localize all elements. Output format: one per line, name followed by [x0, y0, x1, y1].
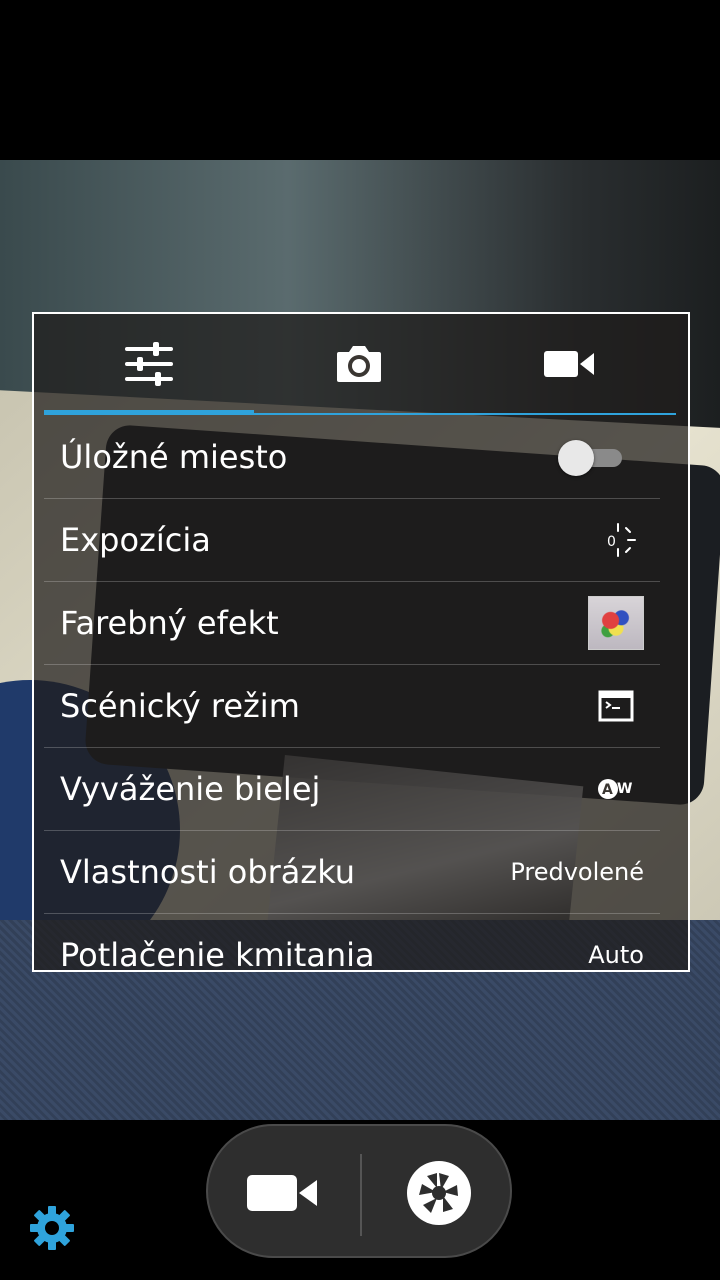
settings-list: Úložné miesto Expozícia 0 Farebný efekt …: [44, 416, 660, 972]
setting-label: Expozícia: [60, 521, 211, 559]
video-icon: [544, 351, 594, 377]
setting-exposure[interactable]: Expozícia 0: [44, 499, 660, 582]
setting-label: Scénický režim: [60, 687, 300, 725]
setting-color-effect[interactable]: Farebný efekt: [44, 582, 660, 665]
sliders-icon: [125, 342, 173, 386]
setting-label: Vlastnosti obrázku: [60, 853, 356, 891]
shutter-icon: [407, 1161, 471, 1225]
tab-photo-settings[interactable]: [254, 314, 464, 414]
setting-picture-properties[interactable]: Vlastnosti obrázku Predvolené: [44, 831, 660, 914]
camera-controls-bar: [0, 1120, 720, 1280]
setting-value: Predvolené: [510, 858, 644, 886]
settings-button[interactable]: [24, 1200, 80, 1256]
setting-value: Auto: [588, 941, 644, 969]
setting-label: Farebný efekt: [60, 604, 279, 642]
svg-text:A: A: [602, 782, 613, 798]
camera-icon: [337, 346, 381, 382]
divider: [360, 1154, 362, 1236]
setting-white-balance[interactable]: Vyváženie bielej A W: [44, 748, 660, 831]
gear-icon: [30, 1206, 74, 1250]
svg-text:W: W: [617, 781, 632, 797]
settings-tabs: [34, 314, 688, 415]
tab-general-settings[interactable]: [44, 314, 254, 414]
setting-scene-mode[interactable]: Scénický režim: [44, 665, 660, 748]
active-tab-indicator: [44, 410, 254, 415]
exposure-value: 0: [607, 534, 616, 550]
setting-anti-flicker[interactable]: Potlačenie kmitania Auto: [44, 914, 660, 972]
settings-panel: Úložné miesto Expozícia 0 Farebný efekt …: [32, 312, 690, 972]
color-effect-thumbnail: [588, 596, 644, 650]
shutter-button[interactable]: [384, 1143, 494, 1243]
white-balance-auto-icon: A W: [598, 777, 634, 801]
setting-label: Úložné miesto: [60, 438, 288, 476]
video-record-icon: [247, 1175, 317, 1211]
setting-storage-location[interactable]: Úložné miesto: [44, 416, 660, 499]
toggle-thumb: [558, 440, 594, 476]
exposure-icon: 0: [606, 522, 636, 558]
tab-video-settings[interactable]: [464, 314, 674, 414]
capture-controls: [206, 1124, 512, 1258]
storage-toggle[interactable]: [558, 440, 622, 476]
scene-mode-icon: [598, 690, 634, 722]
setting-label: Vyváženie bielej: [60, 770, 321, 808]
record-video-button[interactable]: [228, 1143, 338, 1243]
setting-label: Potlačenie kmitania: [60, 936, 375, 972]
